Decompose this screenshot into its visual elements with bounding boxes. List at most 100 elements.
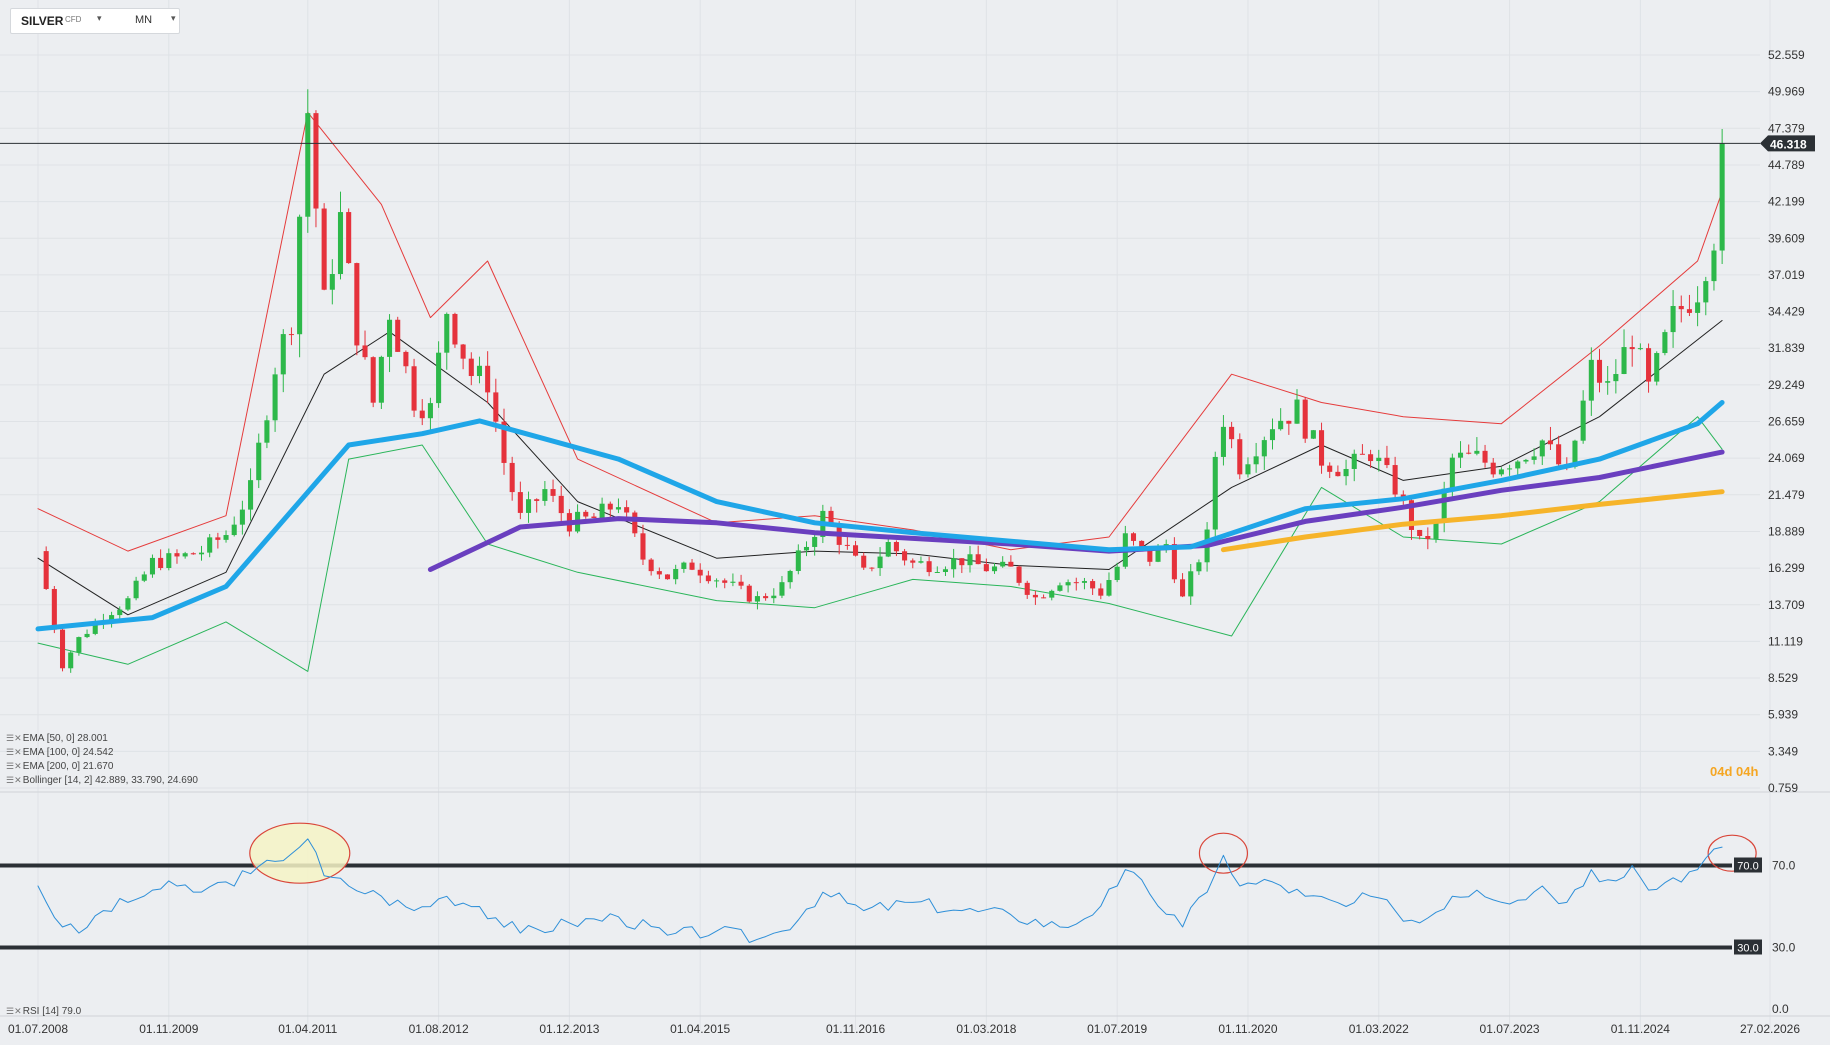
symbol-selector[interactable]: SILVER CFD ▾ MN ▾ bbox=[10, 8, 180, 34]
candle bbox=[1588, 347, 1594, 416]
candle bbox=[705, 570, 711, 584]
legend-params: [14] bbox=[42, 1006, 59, 1017]
candle-body bbox=[84, 633, 90, 638]
candle-body bbox=[607, 503, 613, 510]
settings-icon[interactable]: ☰✕ bbox=[6, 1006, 22, 1017]
settings-icon[interactable]: ☰✕ bbox=[6, 761, 22, 772]
candle-body bbox=[387, 319, 393, 357]
time-tick-label: 01.03.2018 bbox=[956, 1022, 1016, 1036]
candle-body bbox=[117, 609, 123, 616]
candle bbox=[1245, 457, 1251, 478]
legend-bollinger[interactable]: ☰✕ Bollinger [14, 2] 42.889, 33.790, 24.… bbox=[6, 775, 198, 786]
candle bbox=[411, 358, 417, 418]
candle-body bbox=[125, 598, 131, 610]
candle-body bbox=[1049, 590, 1055, 598]
candle bbox=[1596, 348, 1603, 393]
legend-ema-50[interactable]: ☰✕ EMA [50, 0] 28.001 bbox=[6, 733, 108, 744]
candle-body bbox=[885, 541, 891, 557]
price-tick-label: 18.889 bbox=[1768, 524, 1805, 538]
candle-body bbox=[714, 580, 720, 582]
legend-rsi[interactable]: ☰✕ RSI [14] 79.0 bbox=[6, 1006, 81, 1017]
candle-body bbox=[1073, 582, 1079, 584]
candle bbox=[1637, 343, 1643, 351]
candle-body bbox=[223, 535, 229, 540]
rsi-line bbox=[37, 822, 1757, 943]
candle-body bbox=[493, 392, 499, 422]
settings-icon[interactable]: ☰✕ bbox=[6, 747, 22, 758]
candle bbox=[534, 498, 540, 513]
bollinger-lower-line bbox=[37, 416, 1723, 672]
candle bbox=[624, 500, 630, 518]
candle bbox=[722, 578, 728, 589]
legend-ema-100[interactable]: ☰✕ EMA [100, 0] 24.542 bbox=[6, 747, 113, 758]
candle-body bbox=[517, 492, 523, 513]
candle-body bbox=[1008, 561, 1014, 567]
candle bbox=[779, 576, 785, 599]
candle-body bbox=[1466, 452, 1472, 454]
candle-body bbox=[1376, 457, 1382, 462]
chevron-down-icon[interactable]: ▾ bbox=[171, 13, 176, 24]
candle bbox=[714, 578, 720, 588]
candle-body bbox=[43, 551, 49, 589]
candle bbox=[1613, 359, 1619, 394]
candle-body bbox=[1719, 143, 1725, 251]
timeframe-selector[interactable]: MN bbox=[135, 14, 152, 26]
candle bbox=[1384, 445, 1390, 469]
legend-name: EMA bbox=[22, 733, 44, 744]
chevron-down-icon[interactable]: ▾ bbox=[97, 13, 102, 24]
candle bbox=[803, 541, 810, 557]
price-tick-label: 8.529 bbox=[1768, 671, 1798, 685]
candle-body bbox=[378, 356, 384, 403]
candle bbox=[640, 524, 646, 566]
candle-body bbox=[1515, 461, 1521, 469]
candle-body bbox=[787, 570, 793, 583]
symbol-name: SILVER bbox=[21, 14, 64, 28]
candle-body bbox=[591, 516, 597, 519]
candle-body bbox=[76, 637, 82, 653]
legend-params: [50, 0] bbox=[46, 733, 75, 744]
candle-body bbox=[877, 556, 883, 569]
legend-params: [100, 0] bbox=[46, 747, 81, 758]
candle-body bbox=[673, 568, 679, 580]
candle-body bbox=[166, 553, 172, 569]
settings-icon[interactable]: ☰✕ bbox=[6, 733, 22, 744]
candle bbox=[1261, 436, 1267, 470]
candle bbox=[231, 516, 237, 537]
candle bbox=[1049, 589, 1055, 601]
candle bbox=[1278, 408, 1284, 431]
candle bbox=[444, 312, 450, 370]
candle-body bbox=[321, 208, 327, 290]
legend-ema-200[interactable]: ☰✕ EMA [200, 0] 21.670 bbox=[6, 761, 113, 772]
legend-name: RSI bbox=[22, 1006, 40, 1017]
candle-body bbox=[754, 596, 760, 602]
candle-body bbox=[460, 344, 466, 359]
candle bbox=[59, 625, 66, 672]
candle-body bbox=[264, 420, 270, 443]
candle-body bbox=[926, 561, 932, 573]
time-tick-label: 01.12.2013 bbox=[539, 1022, 599, 1036]
legend-value: 42.889, 33.790, 24.690 bbox=[95, 775, 198, 786]
price-tick-label: 13.709 bbox=[1768, 598, 1805, 612]
candle-body bbox=[68, 652, 74, 669]
chart-canvas[interactable]: 46.318 52.559 49.969 47.379 44.789 42.199 39.6… bbox=[0, 0, 1830, 1045]
candle-body bbox=[1449, 457, 1455, 489]
candle bbox=[68, 650, 74, 673]
candle bbox=[1695, 286, 1701, 327]
time-tick-label: 01.11.2016 bbox=[826, 1022, 885, 1036]
candle bbox=[141, 571, 147, 583]
candle-body bbox=[1678, 305, 1684, 310]
candle-body bbox=[207, 537, 213, 553]
price-tick-label: 44.789 bbox=[1768, 158, 1805, 172]
candle bbox=[1253, 442, 1259, 473]
price-tick-label: 29.249 bbox=[1768, 378, 1805, 392]
settings-icon[interactable]: ☰✕ bbox=[6, 775, 22, 786]
candle bbox=[1719, 129, 1725, 265]
legend-value: 24.542 bbox=[82, 747, 114, 758]
candle bbox=[313, 110, 319, 228]
price-tick-label: 5.939 bbox=[1768, 708, 1798, 722]
time-tick-label: 01.11.2009 bbox=[139, 1022, 198, 1036]
candle bbox=[591, 512, 597, 519]
candle bbox=[1343, 459, 1349, 486]
price-tick-label: 31.839 bbox=[1768, 341, 1805, 355]
candle bbox=[1041, 594, 1047, 599]
